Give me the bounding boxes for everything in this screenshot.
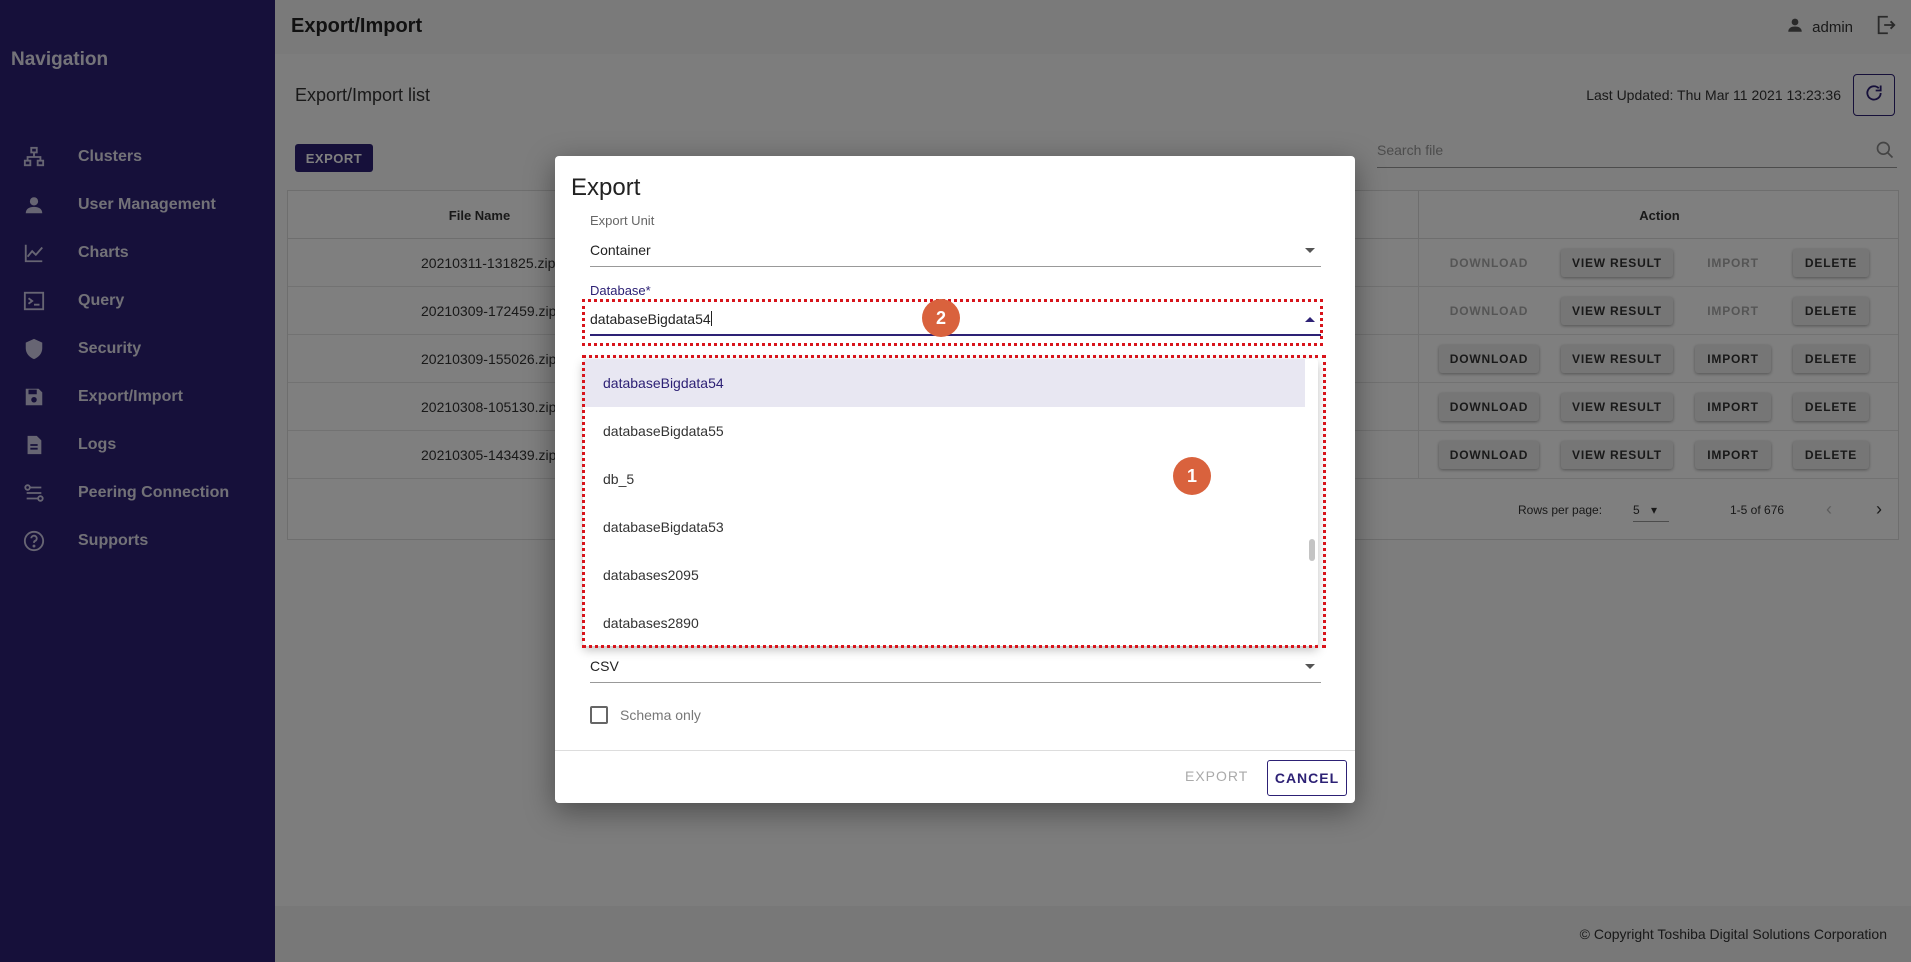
annotation-box-dropdown <box>582 355 1326 648</box>
format-value: CSV <box>590 658 619 674</box>
export-unit-value: Container <box>590 242 651 258</box>
checkbox-box[interactable] <box>590 706 608 724</box>
database-label: Database* <box>590 283 651 298</box>
dialog-title: Export <box>571 174 641 201</box>
annotation-badge-1: 1 <box>1173 457 1211 495</box>
schema-only-checkbox[interactable]: Schema only <box>590 706 701 724</box>
dialog-export-button: EXPORT <box>1185 768 1249 784</box>
cancel-button[interactable]: CANCEL <box>1267 760 1347 796</box>
export-unit-select[interactable]: Container <box>590 237 1321 267</box>
chevron-down-icon <box>1305 248 1315 253</box>
annotation-badge-2: 2 <box>922 299 960 337</box>
export-unit-label: Export Unit <box>590 213 655 228</box>
chevron-down-icon <box>1305 664 1315 669</box>
schema-only-label: Schema only <box>620 707 701 723</box>
format-select[interactable]: CSV <box>590 653 1321 683</box>
dialog-divider <box>555 750 1355 751</box>
